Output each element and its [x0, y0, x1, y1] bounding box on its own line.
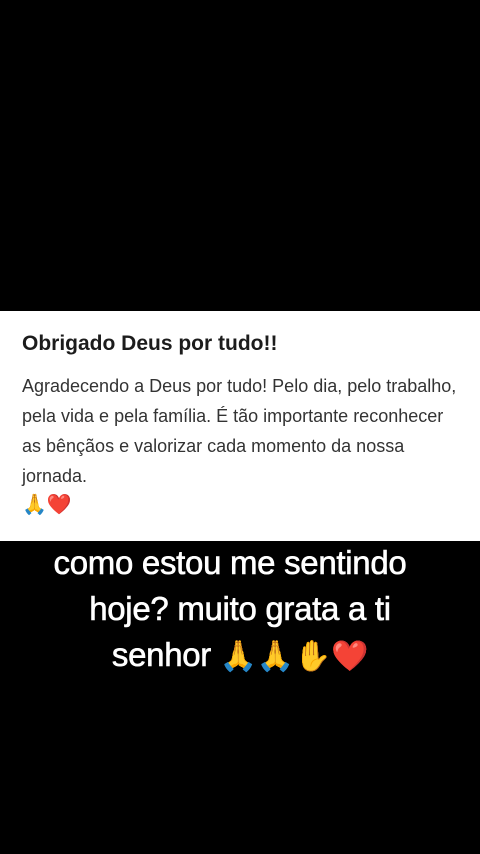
text-card: Obrigado Deus por tudo!! Agradecendo a D… — [0, 311, 480, 541]
card-body-text: Agradecendo a Deus por tudo! Pelo dia, p… — [22, 376, 457, 486]
prayer-hand-heart-emoji-icon: 🙏🙏✋❤️ — [219, 639, 369, 675]
caption-line-3: senhor 🙏🙏✋❤️ — [0, 632, 480, 680]
caption-line-2: hoje? muito grata a ti — [89, 590, 391, 628]
video-frame: Obrigado Deus por tudo!! Agradecendo a D… — [0, 0, 480, 854]
caption-overlay: como estou me sentindo hoje? muito grata… — [0, 540, 480, 680]
prayer-heart-emoji-icon: 🙏❤️ — [22, 492, 72, 516]
card-title: Obrigado Deus por tudo!! — [22, 332, 278, 355]
caption-line-1: como estou me sentindo — [53, 544, 407, 582]
caption-line-3-text: senhor — [111, 636, 212, 674]
